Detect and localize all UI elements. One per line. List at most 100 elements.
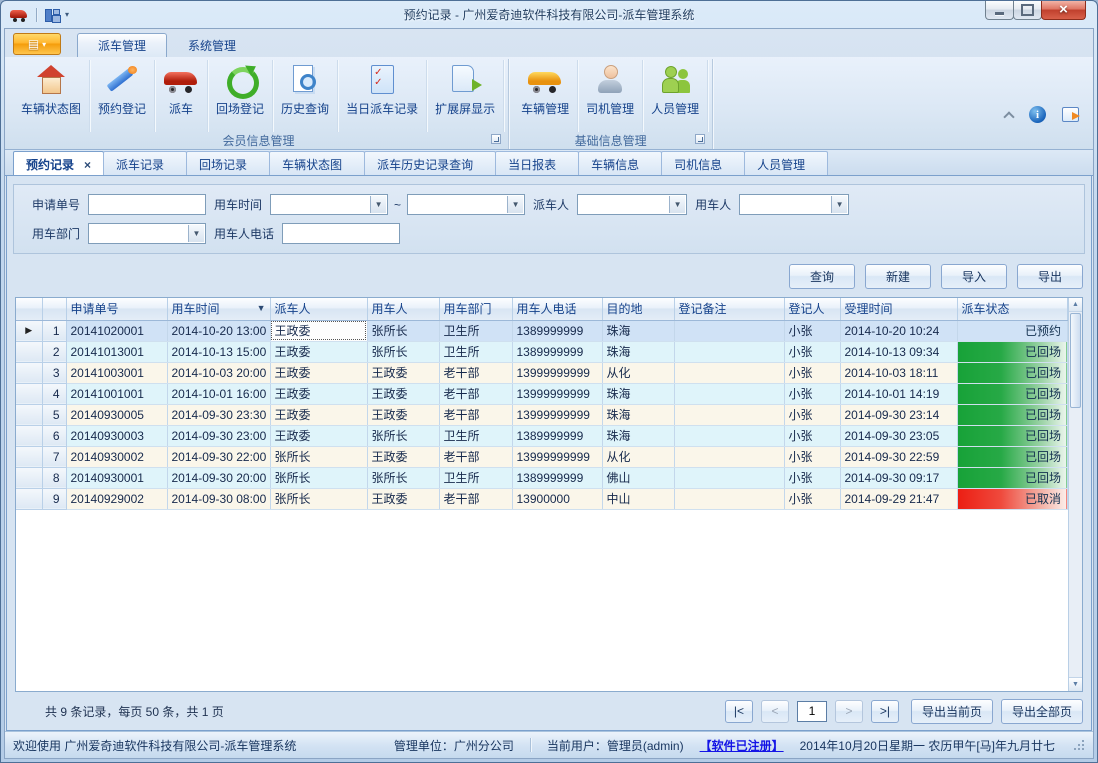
accept-time-cell[interactable]: 2014-10-03 18:11 [840, 362, 957, 383]
dept-combo[interactable]: ▼ [88, 223, 206, 244]
table-row[interactable]: 5 20140930005 2014-09-30 23:30 王政委 王政委 老… [16, 404, 1068, 425]
ribbon-button[interactable]: 扩展屏显示 [427, 60, 504, 132]
ribbon-button[interactable]: 车辆状态图 [13, 60, 90, 132]
dialog-launcher-icon[interactable] [695, 134, 705, 144]
document-tab[interactable]: 车辆状态图 [269, 151, 365, 175]
registrar-cell[interactable]: 小张 [784, 341, 840, 362]
dept-cell[interactable]: 卫生所 [439, 320, 512, 341]
dispatcher-cell[interactable]: 王政委 [270, 383, 367, 404]
remark-cell[interactable] [674, 404, 784, 425]
page-number-input[interactable] [797, 701, 827, 722]
column-header[interactable] [42, 298, 66, 320]
order-no-cell[interactable]: 20141003001 [66, 362, 167, 383]
ribbon-button[interactable]: 派车 [155, 60, 208, 132]
destination-cell[interactable]: 珠海 [602, 320, 674, 341]
accept-time-cell[interactable]: 2014-09-30 23:05 [840, 425, 957, 446]
sort-arrow-icon[interactable]: ▼ [257, 303, 266, 313]
order-no-cell[interactable]: 20140930002 [66, 446, 167, 467]
resize-grip[interactable] [1073, 739, 1085, 751]
phone-cell[interactable]: 13999999999 [512, 362, 602, 383]
accept-time-cell[interactable]: 2014-09-30 09:17 [840, 467, 957, 488]
user-cell[interactable]: 王政委 [367, 488, 439, 509]
user-cell[interactable]: 王政委 [367, 446, 439, 467]
table-row[interactable]: 2 20141013001 2014-10-13 15:00 王政委 张所长 卫… [16, 341, 1068, 362]
table-row[interactable]: 9 20140929002 2014-09-30 08:00 张所长 王政委 老… [16, 488, 1068, 509]
license-link[interactable]: 【软件已注册】 [700, 737, 784, 754]
phone-cell[interactable]: 1389999999 [512, 425, 602, 446]
use-time-cell[interactable]: 2014-10-13 15:00 [167, 341, 270, 362]
user-cell[interactable]: 王政委 [367, 383, 439, 404]
ribbon-button[interactable]: 司机管理 [578, 60, 643, 132]
destination-cell[interactable]: 珠海 [602, 341, 674, 362]
ribbon-button[interactable]: 预约登记 [90, 60, 155, 132]
phone-cell[interactable]: 1389999999 [512, 467, 602, 488]
layout-icon[interactable] [45, 8, 59, 21]
accept-time-cell[interactable]: 2014-10-13 09:34 [840, 341, 957, 362]
destination-cell[interactable]: 珠海 [602, 425, 674, 446]
dispatcher-cell[interactable]: 王政委 [270, 404, 367, 425]
dispatcher-cell[interactable]: 王政委 [270, 362, 367, 383]
destination-cell[interactable]: 中山 [602, 488, 674, 509]
dispatcher-cell[interactable]: 张所长 [270, 488, 367, 509]
use-time-cell[interactable]: 2014-09-30 22:00 [167, 446, 270, 467]
document-tab[interactable]: 人员管理 [744, 151, 828, 175]
column-header[interactable] [16, 298, 42, 320]
registrar-cell[interactable]: 小张 [784, 446, 840, 467]
table-row[interactable]: 7 20140930002 2014-09-30 22:00 张所长 王政委 老… [16, 446, 1068, 467]
user-cell[interactable]: 王政委 [367, 362, 439, 383]
phone-input[interactable] [282, 223, 400, 244]
dept-cell[interactable]: 卫生所 [439, 425, 512, 446]
column-header[interactable]: 申请单号 [66, 298, 167, 320]
remark-cell[interactable] [674, 425, 784, 446]
accept-time-cell[interactable]: 2014-09-30 22:59 [840, 446, 957, 467]
column-header[interactable]: 受理时间 [840, 298, 957, 320]
remark-cell[interactable] [674, 383, 784, 404]
column-header[interactable]: 派车状态 [957, 298, 1068, 320]
destination-cell[interactable]: 珠海 [602, 383, 674, 404]
destination-cell[interactable]: 佛山 [602, 467, 674, 488]
destination-cell[interactable]: 从化 [602, 446, 674, 467]
user-cell[interactable]: 张所长 [367, 467, 439, 488]
column-header[interactable]: 目的地 [602, 298, 674, 320]
table-row[interactable]: 3 20141003001 2014-10-03 20:00 王政委 王政委 老… [16, 362, 1068, 383]
user-cell[interactable]: 张所长 [367, 425, 439, 446]
order-no-cell[interactable]: 20140929002 [66, 488, 167, 509]
order-no-cell[interactable]: 20141001001 [66, 383, 167, 404]
dept-cell[interactable]: 老干部 [439, 383, 512, 404]
dispatcher-combo[interactable]: ▼ [577, 194, 687, 215]
scrollbar-thumb[interactable] [1070, 313, 1081, 408]
phone-cell[interactable]: 1389999999 [512, 341, 602, 362]
order-no-input[interactable] [88, 194, 206, 215]
dispatcher-cell[interactable]: 张所长 [270, 446, 367, 467]
column-header[interactable]: 用车时间▼ [167, 298, 270, 320]
phone-cell[interactable]: 13999999999 [512, 446, 602, 467]
ribbon-button[interactable]: 历史查询 [273, 60, 338, 132]
table-row[interactable]: 6 20140930003 2014-09-30 23:00 王政委 张所长 卫… [16, 425, 1068, 446]
phone-cell[interactable]: 1389999999 [512, 320, 602, 341]
column-header[interactable]: 用车部门 [439, 298, 512, 320]
order-no-cell[interactable]: 20141020001 [66, 320, 167, 341]
document-tab[interactable]: 派车记录 [103, 151, 187, 175]
destination-cell[interactable]: 从化 [602, 362, 674, 383]
document-tab[interactable]: 当日报表 [495, 151, 579, 175]
remark-cell[interactable] [674, 446, 784, 467]
order-no-cell[interactable]: 20140930005 [66, 404, 167, 425]
use-time-cell[interactable]: 2014-09-30 20:00 [167, 467, 270, 488]
destination-cell[interactable]: 珠海 [602, 404, 674, 425]
import-button[interactable]: 导入 [941, 264, 1007, 289]
use-time-cell[interactable]: 2014-09-30 23:00 [167, 425, 270, 446]
document-tab[interactable]: 派车历史记录查询 [364, 151, 496, 175]
registrar-cell[interactable]: 小张 [784, 488, 840, 509]
scroll-down-icon[interactable]: ▼ [1069, 677, 1082, 691]
ribbon-button[interactable]: 回场登记 [208, 60, 273, 132]
use-time-to-combo[interactable]: ▼ [407, 194, 525, 215]
use-time-from-combo[interactable]: ▼ [270, 194, 388, 215]
new-button[interactable]: 新建 [865, 264, 931, 289]
registrar-cell[interactable]: 小张 [784, 362, 840, 383]
dispatcher-cell[interactable]: 王政委 [270, 341, 367, 362]
user-cell[interactable]: 张所长 [367, 341, 439, 362]
close-tab-icon[interactable]: × [84, 158, 91, 172]
info-icon[interactable]: i [1029, 106, 1046, 123]
use-time-cell[interactable]: 2014-10-01 16:00 [167, 383, 270, 404]
column-header[interactable]: 派车人 [270, 298, 367, 320]
